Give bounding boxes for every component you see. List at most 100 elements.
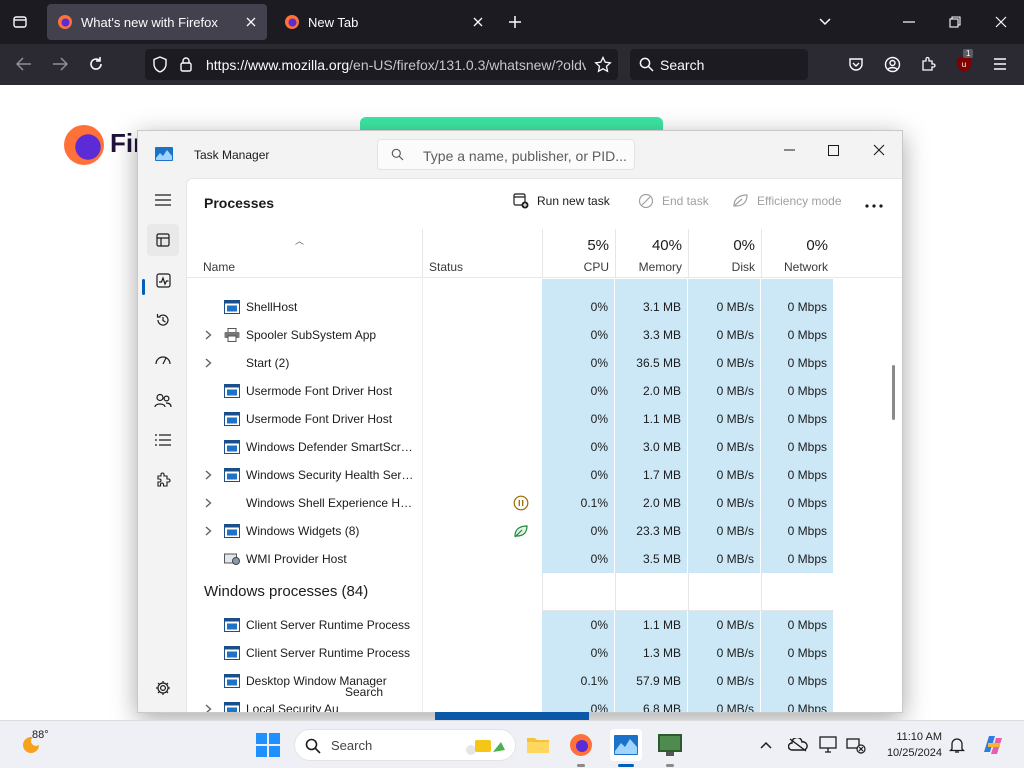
tm-minimize-button[interactable] (774, 137, 804, 163)
back-button[interactable] (10, 50, 38, 78)
hamburger-menu-button[interactable] (147, 184, 179, 216)
network-tray-icon[interactable] (845, 734, 867, 756)
table-row[interactable]: 0% 1.7 MB 0 MB/s 0 Mbps Windows Security Hea… (187, 461, 887, 489)
cell-disk: 0 MB/s (688, 377, 760, 405)
nav-startup-apps[interactable] (147, 344, 179, 376)
table-row[interactable]: 0.1% 2.0 MB 0 MB/s 0 Mbps Windows Shell Expe… (187, 489, 887, 517)
url-text[interactable]: https://www.mozilla.org/en-US/firefox/13… (206, 57, 586, 73)
tm-maximize-button[interactable] (818, 137, 848, 163)
taskbar-clock[interactable]: 11:10 AM 10/25/2024 (880, 729, 942, 761)
column-header-status[interactable]: Status (422, 229, 542, 278)
minimize-icon (903, 21, 915, 23)
expand-chevron-icon[interactable] (203, 357, 213, 369)
vertical-scrollbar-thumb[interactable] (892, 365, 895, 420)
nav-settings[interactable] (147, 672, 179, 704)
nav-selection-indicator (142, 279, 145, 295)
nav-app-history[interactable] (147, 304, 179, 336)
process-search-input[interactable]: Type a name, publisher, or PID... (377, 139, 635, 170)
account-button[interactable] (878, 50, 906, 78)
cell-cpu: 0% (542, 611, 614, 639)
table-row[interactable]: 0% 6.8 MB 0 MB/s 0 Mbps Local Security Au (187, 695, 887, 712)
show-hidden-icons-button[interactable] (755, 734, 777, 756)
notifications-button[interactable] (946, 734, 968, 756)
memory-value: 57.9 MB (636, 674, 681, 688)
pocket-button[interactable] (842, 50, 870, 78)
group-cell (761, 573, 834, 611)
end-task-button[interactable]: End task (638, 193, 709, 209)
tab-new-tab[interactable]: New Tab (274, 4, 494, 40)
list-all-tabs-chevron[interactable] (810, 8, 840, 36)
nav-performance[interactable] (147, 264, 179, 296)
nav-users[interactable] (147, 384, 179, 416)
table-row[interactable]: 0% 3.0 MB 0 MB/s 0 Mbps Windows Defender Sma… (187, 433, 887, 461)
column-header-network[interactable]: 0% Network (761, 229, 834, 278)
start-button[interactable] (256, 733, 280, 760)
forward-button[interactable] (46, 50, 74, 78)
blank-icon (224, 496, 240, 510)
table-row[interactable]: 0% 1.3 MB 0 MB/s 0 Mbps Client Server Runtim… (187, 639, 887, 667)
nav-services[interactable] (147, 464, 179, 496)
nav-details[interactable] (147, 424, 179, 456)
memory-value: 1.1 MB (642, 412, 681, 426)
expand-chevron-icon[interactable] (203, 525, 213, 537)
tab-whats-new[interactable]: What's new with Firefox (47, 4, 267, 40)
tab-close-button[interactable] (239, 10, 263, 34)
cloud-offline-icon (788, 738, 808, 752)
terminal-taskbar-button[interactable] (654, 729, 686, 761)
table-row[interactable]: 0% 3.3 MB 0 MB/s 0 Mbps Spooler SubSystem Ap… (187, 321, 887, 349)
expand-chevron-icon[interactable] (203, 329, 213, 341)
table-row[interactable]: 0% 36.5 MB 0 MB/s 0 Mbps Start (2) (187, 349, 887, 377)
ublock-extension-button[interactable]: u 1 (950, 49, 978, 78)
shield-icon[interactable] (152, 56, 168, 73)
onedrive-tray-icon[interactable] (787, 734, 809, 756)
new-tab-button[interactable] (502, 9, 528, 35)
url-bar[interactable]: https://www.mozilla.org/en-US/firefox/13… (145, 49, 618, 80)
reload-button[interactable] (82, 50, 110, 78)
cell-cpu: 0.1% (542, 667, 614, 695)
account-icon (884, 56, 900, 72)
restore-button[interactable] (940, 8, 970, 36)
run-new-task-button[interactable]: Run new task (513, 193, 610, 209)
taskbar-search-box[interactable]: Search (294, 729, 516, 761)
expand-chevron-icon[interactable] (203, 703, 213, 712)
processes-icon (156, 233, 170, 247)
lock-icon[interactable] (179, 56, 193, 73)
table-row[interactable]: 0% 3.1 MB 0 MB/s 0 Mbps ShellHost (187, 293, 887, 321)
group-header-windows-processes[interactable]: Windows processes (84) (187, 573, 887, 611)
firefox-taskbar-button[interactable] (565, 729, 597, 761)
tab-close-button[interactable] (466, 10, 490, 34)
table-row-partial[interactable] (187, 279, 887, 293)
table-row[interactable]: 0% 1.1 MB 0 MB/s 0 Mbps Usermode Font Driver… (187, 405, 887, 433)
file-explorer-taskbar-button[interactable] (522, 729, 554, 761)
table-row[interactable]: 0.1% 57.9 MB 0 MB/s 0 Mbps Desktop Window Ma… (187, 667, 887, 695)
expand-chevron-icon[interactable] (203, 469, 213, 481)
table-row[interactable]: 0% 2.0 MB 0 MB/s 0 Mbps Usermode Font Driver… (187, 377, 887, 405)
nav-processes[interactable] (147, 224, 179, 256)
cell-memory: 3.3 MB (615, 321, 687, 349)
table-row[interactable]: 0% 1.1 MB 0 MB/s 0 Mbps Client Server Runtim… (187, 611, 887, 639)
table-row[interactable]: 0% 23.3 MB 0 MB/s 0 Mbps Windows Widgets (8) (187, 517, 887, 545)
sort-ascending-icon: ︿ (295, 236, 305, 246)
browser-search-bar[interactable]: Search (630, 49, 808, 80)
column-header-memory[interactable]: 40% Memory (615, 229, 688, 278)
puzzle-icon (922, 56, 936, 71)
tm-close-button[interactable] (864, 137, 894, 163)
column-header-disk[interactable]: 0% Disk (688, 229, 761, 278)
column-header-cpu[interactable]: 5% CPU (542, 229, 615, 278)
extensions-button[interactable] (914, 50, 942, 78)
bookmark-star-icon[interactable] (594, 56, 612, 73)
copilot-button[interactable] (980, 732, 1006, 758)
more-options-button[interactable] (865, 197, 883, 211)
efficiency-mode-button[interactable]: Efficiency mode (732, 193, 842, 208)
table-row[interactable]: 0% 3.5 MB 0 MB/s 0 Mbps WMI Provider Host (187, 545, 887, 573)
close-window-button[interactable] (986, 8, 1016, 36)
window-icon (224, 524, 240, 538)
expand-chevron-icon[interactable] (203, 497, 213, 509)
network-value: 0 Mbps (787, 468, 827, 482)
task-manager-taskbar-button[interactable] (610, 729, 642, 761)
list-all-tabs-button[interactable] (6, 9, 34, 35)
column-header-name[interactable]: ︿ Name (187, 229, 422, 278)
app-menu-button[interactable] (986, 50, 1014, 78)
display-tray-icon[interactable] (818, 734, 840, 756)
minimize-button[interactable] (894, 8, 924, 36)
